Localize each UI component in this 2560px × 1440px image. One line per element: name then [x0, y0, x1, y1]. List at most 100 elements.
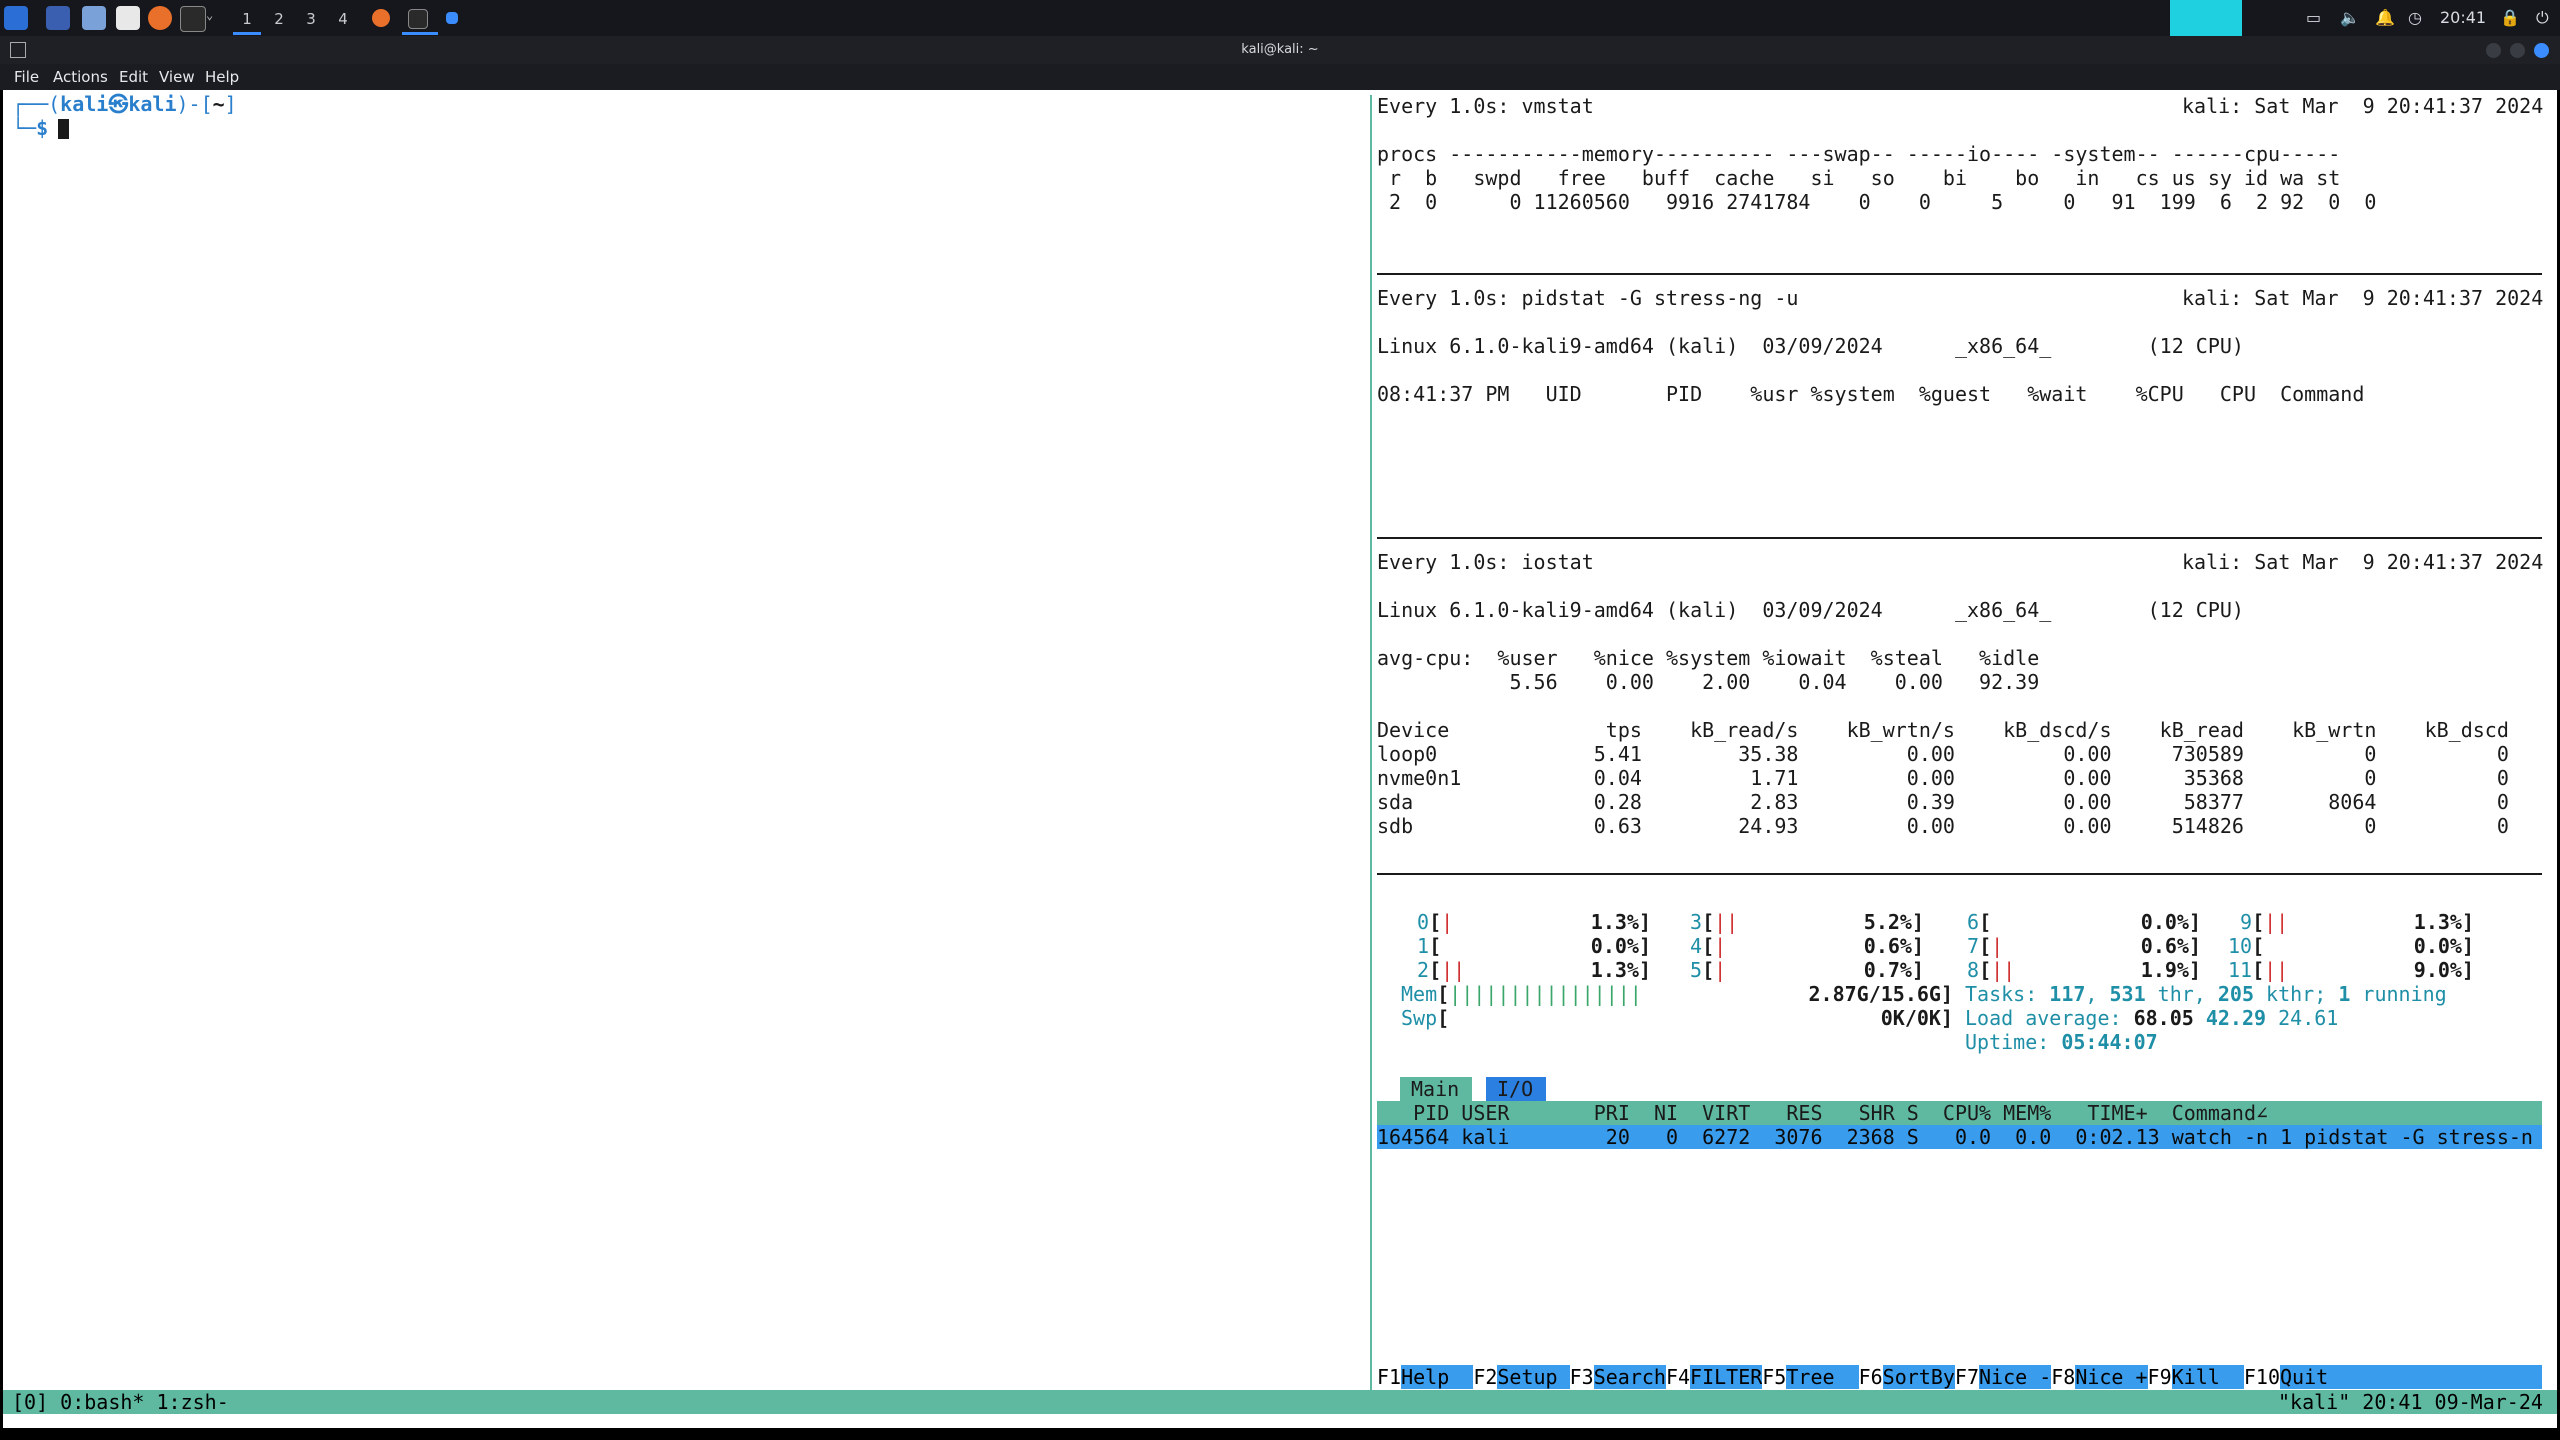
cpu-bracket: [: [2252, 958, 2265, 982]
fkey-f1[interactable]: F1: [1377, 1365, 1402, 1389]
fkey-label[interactable]: Search: [1594, 1365, 1666, 1389]
cpu-percent: 5.2%]: [1863, 910, 1924, 934]
cpu-bar: ||: [1714, 910, 1739, 934]
fkey-f10[interactable]: F10: [2243, 1365, 2280, 1389]
swp-value-text: 0K/0K: [1880, 1006, 1941, 1030]
workspace-1[interactable]: 1: [233, 6, 261, 35]
fkey-label[interactable]: Setup: [1497, 1365, 1569, 1389]
prompt-dollar: └─$: [12, 116, 61, 140]
htop-mem-meter: Mem[||||||||||||||||: [1401, 982, 1642, 1006]
clock-icon: ◷: [2408, 8, 2422, 27]
clock-text[interactable]: 20:41: [2440, 0, 2486, 36]
notification-bell-icon[interactable]: 🔔: [2375, 0, 2395, 36]
kthr-label: kthr;: [2254, 982, 2339, 1006]
pidstat-header-left: Every 1.0s: pidstat -G stress-ng -u: [1377, 286, 1799, 310]
fkey-label[interactable]: Help: [1401, 1365, 1473, 1389]
chevron-down-icon[interactable]: ⌄: [206, 8, 213, 22]
pidstat-sysline: Linux 6.1.0-kali9-amd64 (kali) 03/09/202…: [1377, 334, 2244, 358]
text-editor-icon[interactable]: [116, 6, 140, 30]
fkey-f7[interactable]: F7: [1954, 1365, 1979, 1389]
vmstat-line-1: procs -----------memory---------- ---swa…: [1377, 142, 2341, 166]
prompt-line-2: └─$: [12, 116, 60, 140]
fkey-label[interactable]: Kill: [2172, 1365, 2244, 1389]
cpu-bracket: [: [1702, 934, 1715, 958]
iostat-avg-values: 5.56 0.00 2.00 0.04 0.00 92.39: [1377, 670, 2040, 694]
pane-separator[interactable]: [1377, 873, 2542, 875]
fkey-f6[interactable]: F6: [1858, 1365, 1883, 1389]
fkey-f5[interactable]: F5: [1762, 1365, 1787, 1389]
fkey-label[interactable]: FILTER: [1690, 1365, 1762, 1389]
fkey-label[interactable]: Quit: [2280, 1365, 2328, 1389]
iostat-row: nvme0n1 0.04 1.71 0.00 0.00 35368 0 0: [1377, 766, 2509, 790]
menu-actions[interactable]: Actions: [53, 64, 108, 90]
firefox-icon[interactable]: [148, 6, 172, 30]
iostat-row: sdb 0.63 24.93 0.00 0.00 514826 0 0: [1377, 814, 2509, 838]
pane-separator[interactable]: [1377, 273, 2542, 275]
prompt-dir: ~: [212, 92, 225, 116]
tmux-status-bar: [3, 1390, 2557, 1414]
terminal-task-icon[interactable]: [408, 9, 428, 29]
cpu-id: 10: [2228, 934, 2253, 958]
kali-menu-icon[interactable]: [4, 6, 28, 30]
iostat-row: loop0 5.41 35.38 0.00 0.00 730589 0 0: [1377, 742, 2509, 766]
fkey-f8[interactable]: F8: [2051, 1365, 2076, 1389]
cpu-meter-9: 9[||: [2228, 910, 2288, 934]
display-icon[interactable]: ▭: [2306, 0, 2321, 36]
cpu-percent: 0.6%]: [2140, 934, 2201, 958]
terminal-cursor: [58, 119, 69, 139]
tasks-label: Tasks:: [1965, 982, 2050, 1006]
iostat-avg-header: avg-cpu: %user %nice %system %iowait %st…: [1377, 646, 2040, 670]
minimize-button[interactable]: [2486, 43, 2501, 58]
swp-label: Swp: [1401, 1006, 1438, 1030]
fkey-label[interactable]: Tree: [1786, 1365, 1858, 1389]
menu-help[interactable]: Help: [205, 64, 239, 90]
running-label: running: [2350, 982, 2447, 1006]
fkey-label[interactable]: SortBy: [1883, 1365, 1955, 1389]
menu-view[interactable]: View: [159, 64, 195, 90]
prompt-line-1: ┌──(kali㉿kali)-[~]: [12, 92, 237, 116]
cpu-id: 3: [1678, 910, 1703, 934]
window-task-icon[interactable]: [446, 12, 458, 24]
mem-value: 2.87G/15.6G]: [1808, 982, 1954, 1006]
fkey-f2[interactable]: F2: [1473, 1365, 1498, 1389]
workspace-4[interactable]: 4: [329, 6, 357, 32]
workspace-2[interactable]: 2: [265, 6, 293, 32]
file-manager-icon[interactable]: [82, 6, 106, 30]
firefox-task-icon[interactable]: [372, 9, 390, 27]
menu-edit[interactable]: Edit: [119, 64, 148, 90]
terminal-icon[interactable]: [180, 6, 206, 32]
iostat-device-header: Device tps kB_read/s kB_wrtn/s kB_dscd/s…: [1377, 718, 2509, 742]
cpu-meter-10: 10[: [2228, 934, 2264, 958]
cpu-meter-5: 5[|: [1678, 958, 1726, 982]
pane-separator[interactable]: [1377, 537, 2542, 539]
cpu-percent: 0.0%]: [2140, 910, 2201, 934]
cpu-meter-6: 6[: [1955, 910, 1991, 934]
cpu-percent: 1.9%]: [2140, 958, 2201, 982]
swp-value: 0K/0K]: [1880, 1006, 1953, 1030]
cpu-bar: ||: [1991, 958, 2016, 982]
tmux-windows[interactable]: [0] 0:bash* 1:zsh-: [12, 1390, 229, 1414]
fkey-f9[interactable]: F9: [2147, 1365, 2172, 1389]
fkey-f4[interactable]: F4: [1665, 1365, 1691, 1389]
menu-file[interactable]: File: [14, 64, 39, 90]
tab-io-label: I/O: [1497, 1077, 1534, 1101]
cpu-id: 5: [1678, 958, 1703, 982]
sort-marker-icon: ∠: [2256, 1101, 2269, 1125]
power-icon[interactable]: ⏻: [2536, 0, 2549, 36]
volume-icon[interactable]: 🔈: [2340, 0, 2360, 36]
lock-icon[interactable]: 🔒: [2500, 0, 2520, 36]
menubar: [0, 64, 2560, 90]
fkey-f3[interactable]: F3: [1569, 1365, 1594, 1389]
workspace-3[interactable]: 3: [297, 6, 325, 32]
tmux-pane-divider[interactable]: [1370, 95, 1372, 1390]
fkey-label[interactable]: Nice -: [1979, 1365, 2051, 1389]
maximize-button[interactable]: [2510, 43, 2525, 58]
show-desktop-icon[interactable]: [46, 6, 70, 30]
cpu-percent: 0.6%]: [1863, 934, 1924, 958]
tab-main-label: Main: [1411, 1077, 1460, 1101]
iostat-sysline: Linux 6.1.0-kali9-amd64 (kali) 03/09/202…: [1377, 598, 2244, 622]
close-button[interactable]: [2534, 43, 2549, 58]
fkey-label[interactable]: Nice +: [2075, 1365, 2147, 1389]
load-5: 42.29: [2205, 1006, 2267, 1030]
cpu-bar: |: [1714, 958, 1727, 982]
